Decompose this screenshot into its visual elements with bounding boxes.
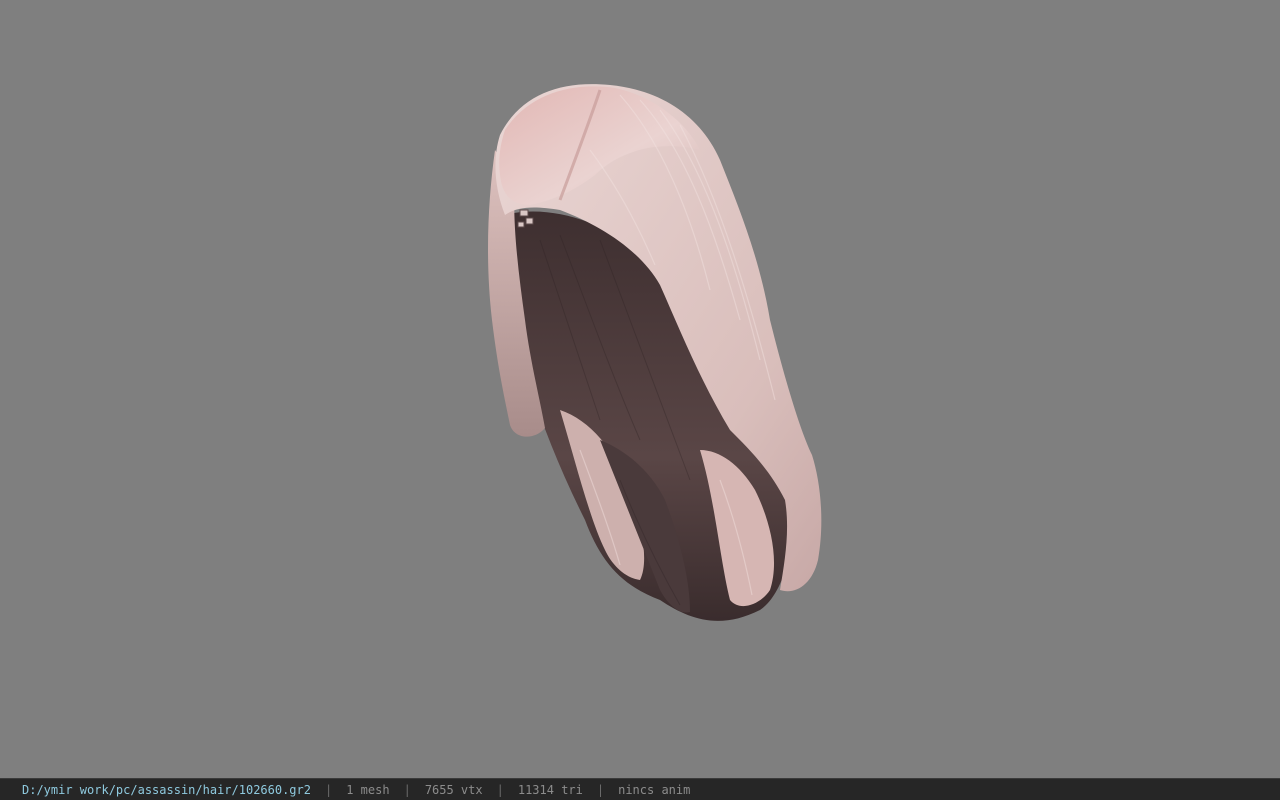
animation-status: nincs anim	[618, 782, 691, 797]
hair-model-icon	[488, 84, 822, 621]
vertex-count: 7655 vtx	[424, 782, 483, 797]
separator: |	[403, 782, 411, 797]
separator: |	[324, 782, 333, 797]
mesh-count: 1 mesh	[346, 782, 390, 797]
3d-viewport[interactable]	[0, 0, 1280, 778]
separator: |	[496, 782, 504, 797]
status-bar: D:/ymir work/pc/assassin/hair/102660.gr2…	[0, 778, 1280, 800]
triangle-count: 11314 tri	[517, 782, 583, 797]
separator: |	[596, 782, 605, 797]
file-path: D:/ymir work/pc/assassin/hair/102660.gr2	[22, 782, 311, 797]
